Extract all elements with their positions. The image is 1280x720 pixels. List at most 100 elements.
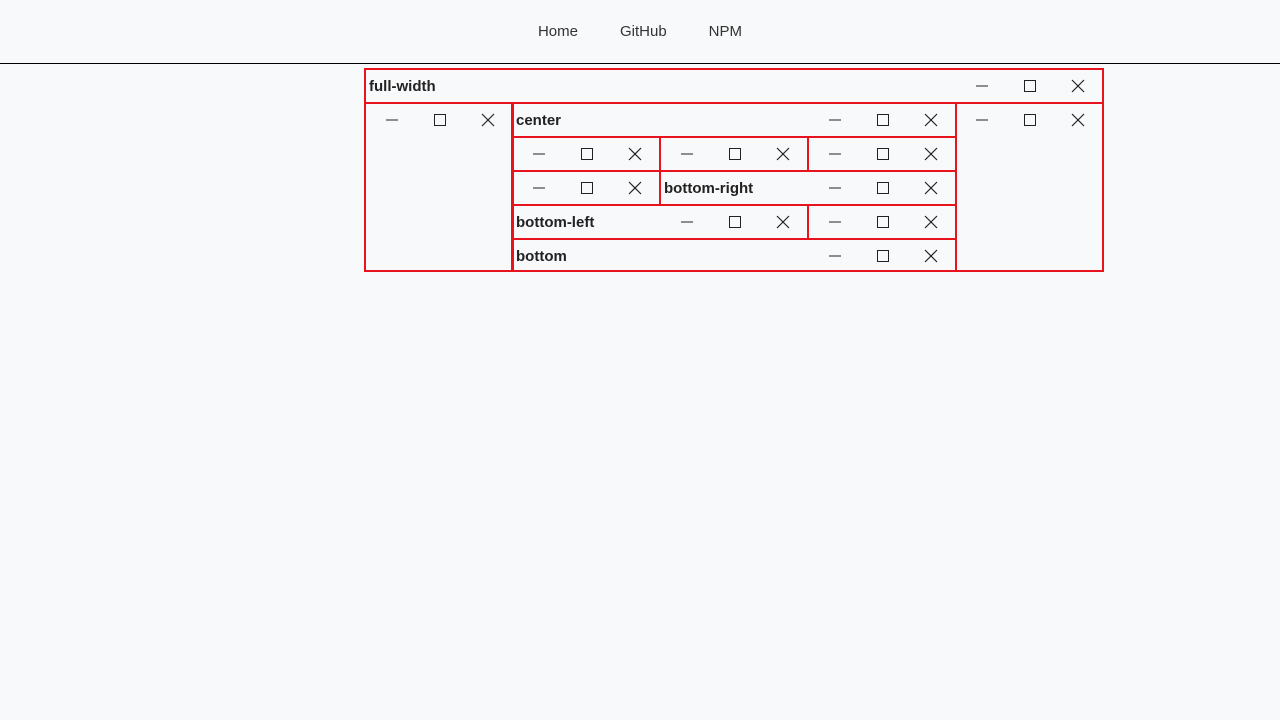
panel-right: [955, 102, 1104, 272]
close-button[interactable]: [907, 206, 955, 238]
panel-row3-left: [511, 170, 661, 206]
maximize-button[interactable]: [563, 172, 611, 204]
minimize-button[interactable]: [515, 172, 563, 204]
close-icon: [924, 181, 938, 195]
maximize-icon: [876, 147, 890, 161]
maximize-icon: [876, 215, 890, 229]
nav-github-link[interactable]: GitHub: [599, 23, 688, 40]
maximize-icon: [876, 249, 890, 263]
maximize-button[interactable]: [859, 240, 907, 272]
panel-header: full-width: [366, 70, 1102, 102]
panel-header: [661, 138, 807, 170]
panel-row2-mid: [659, 136, 809, 172]
minimize-icon: [828, 113, 842, 127]
window-controls: [515, 138, 659, 170]
panel-center: center: [511, 102, 957, 138]
panel-row4-right: [807, 204, 957, 240]
close-button[interactable]: [907, 172, 955, 204]
close-icon: [1071, 113, 1085, 127]
window-controls: [811, 172, 955, 204]
minimize-button[interactable]: [811, 206, 859, 238]
minimize-icon: [975, 79, 989, 93]
panel-bottom-left: bottom-left: [511, 204, 809, 240]
close-icon: [1071, 79, 1085, 93]
minimize-icon: [680, 147, 694, 161]
close-button[interactable]: [907, 138, 955, 170]
minimize-icon: [532, 181, 546, 195]
top-nav: Home GitHub NPM: [0, 0, 1280, 64]
close-button[interactable]: [759, 206, 807, 238]
nav-home-link[interactable]: Home: [517, 23, 599, 40]
maximize-icon: [1023, 79, 1037, 93]
maximize-icon: [1023, 113, 1037, 127]
maximize-button[interactable]: [1006, 104, 1054, 136]
maximize-icon: [580, 181, 594, 195]
maximize-button[interactable]: [416, 104, 464, 136]
panel-bottom-right: bottom-right: [659, 170, 957, 206]
panel-header: [513, 138, 659, 170]
close-icon: [924, 147, 938, 161]
window-controls: [811, 104, 955, 136]
minimize-icon: [828, 249, 842, 263]
window-controls: [663, 206, 807, 238]
minimize-button[interactable]: [663, 138, 711, 170]
close-icon: [924, 113, 938, 127]
window-controls: [811, 138, 955, 170]
maximize-icon: [433, 113, 447, 127]
maximize-button[interactable]: [859, 104, 907, 136]
minimize-button[interactable]: [811, 172, 859, 204]
maximize-button[interactable]: [563, 138, 611, 170]
panel-bottom: bottom: [511, 238, 957, 272]
window-controls: [515, 172, 659, 204]
minimize-button[interactable]: [811, 240, 859, 272]
minimize-icon: [828, 215, 842, 229]
panel-header: bottom-left: [513, 206, 807, 238]
maximize-button[interactable]: [711, 206, 759, 238]
maximize-icon: [728, 147, 742, 161]
minimize-button[interactable]: [811, 104, 859, 136]
nav-npm-link[interactable]: NPM: [688, 23, 763, 40]
close-button[interactable]: [611, 138, 659, 170]
panel-header: bottom: [513, 240, 955, 272]
close-button[interactable]: [1054, 70, 1102, 102]
panel-header: [957, 104, 1102, 136]
close-icon: [628, 181, 642, 195]
close-button[interactable]: [759, 138, 807, 170]
maximize-button[interactable]: [1006, 70, 1054, 102]
minimize-icon: [828, 181, 842, 195]
close-button[interactable]: [907, 104, 955, 136]
minimize-button[interactable]: [663, 206, 711, 238]
close-button[interactable]: [464, 104, 512, 136]
minimize-button[interactable]: [515, 138, 563, 170]
maximize-button[interactable]: [859, 138, 907, 170]
minimize-button[interactable]: [368, 104, 416, 136]
minimize-icon: [680, 215, 694, 229]
minimize-button[interactable]: [958, 70, 1006, 102]
close-button[interactable]: [1054, 104, 1102, 136]
maximize-button[interactable]: [859, 172, 907, 204]
window-controls: [663, 138, 807, 170]
maximize-button[interactable]: [859, 206, 907, 238]
close-button[interactable]: [611, 172, 659, 204]
maximize-icon: [876, 113, 890, 127]
minimize-button[interactable]: [958, 104, 1006, 136]
minimize-icon: [828, 147, 842, 161]
minimize-icon: [975, 113, 989, 127]
window-controls: [958, 70, 1102, 102]
close-button[interactable]: [907, 240, 955, 272]
close-icon: [481, 113, 495, 127]
maximize-icon: [580, 147, 594, 161]
panel-title: bottom: [516, 247, 567, 265]
window-controls: [958, 104, 1102, 136]
panel-title: bottom-right: [664, 179, 754, 197]
minimize-icon: [385, 113, 399, 127]
maximize-icon: [876, 181, 890, 195]
close-icon: [924, 215, 938, 229]
window-controls: [811, 206, 955, 238]
minimize-button[interactable]: [811, 138, 859, 170]
close-icon: [628, 147, 642, 161]
panel-title: center: [516, 111, 562, 129]
panel-title: bottom-left: [516, 213, 595, 231]
maximize-button[interactable]: [711, 138, 759, 170]
panel-header: [809, 138, 955, 170]
